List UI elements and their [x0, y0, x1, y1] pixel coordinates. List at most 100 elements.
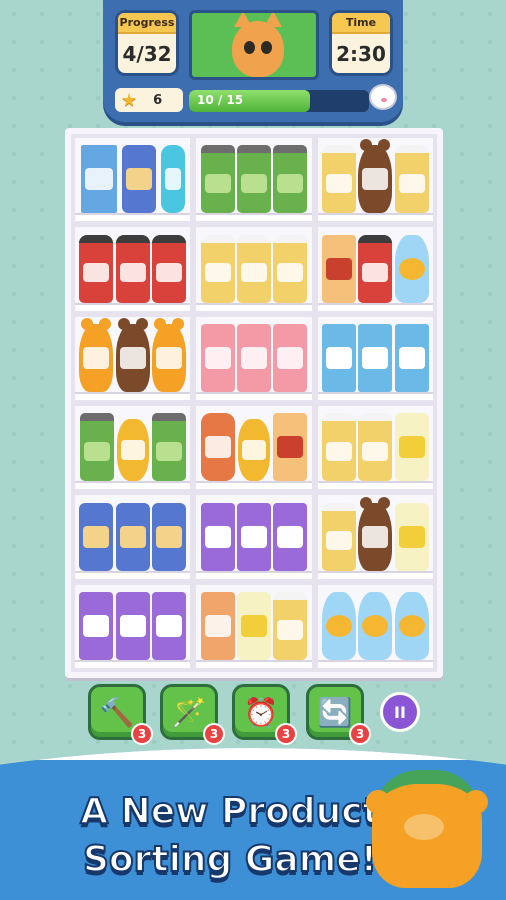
hammer-booster-button[interactable]: 🔨 3	[88, 684, 153, 745]
shelf-compartment[interactable]	[317, 495, 433, 579]
purple-product-icon[interactable]	[236, 502, 271, 571]
milk-product-icon[interactable]	[358, 324, 393, 392]
shelf-compartment[interactable]	[317, 227, 433, 311]
pink-product-icon[interactable]	[273, 324, 308, 392]
shelf-compartment[interactable]	[75, 316, 191, 400]
honey-product-icon[interactable]	[321, 145, 356, 214]
honey-product-icon[interactable]	[321, 413, 356, 482]
shelf-compartment[interactable]	[317, 584, 433, 668]
shelf-compartment[interactable]	[196, 495, 312, 579]
coin-product-icon[interactable]	[237, 419, 270, 482]
star-count: 6	[153, 92, 163, 108]
booster-count-badge: 3	[131, 723, 153, 745]
pause-button[interactable]: II	[380, 692, 420, 732]
honey-product-icon[interactable]	[273, 592, 308, 660]
can-product-icon[interactable]	[273, 145, 308, 214]
fish-product-icon[interactable]	[321, 592, 356, 660]
can-product-icon[interactable]	[236, 145, 271, 214]
purple-product-icon[interactable]	[152, 592, 187, 660]
clock-booster-button[interactable]: ⏰ 3	[232, 684, 297, 745]
shelf-compartment[interactable]	[317, 406, 433, 490]
bear-product-icon[interactable]	[152, 318, 187, 392]
ketchup-product-icon[interactable]	[79, 234, 114, 303]
star-icon: ★	[121, 89, 138, 111]
fish-product-icon[interactable]	[394, 592, 429, 660]
shelf-compartment[interactable]	[75, 138, 191, 222]
progress-card: Progress 4/32	[115, 10, 179, 76]
ketchup-product-icon[interactable]	[152, 234, 187, 303]
shelf-compartment[interactable]	[196, 227, 312, 311]
top-hud: Progress 4/32 Time 2:30 ★ 6 10 / 15	[103, 0, 403, 122]
honey-product-icon[interactable]	[236, 234, 271, 303]
cat-portrait	[189, 10, 319, 80]
honey-product-icon[interactable]	[358, 413, 393, 482]
shelf-compartment[interactable]	[75, 495, 191, 579]
purple-product-icon[interactable]	[200, 502, 235, 571]
wrap-product-icon[interactable]	[236, 592, 271, 660]
can-product-icon[interactable]	[151, 413, 186, 482]
shelf-compartment[interactable]	[317, 138, 433, 222]
hotdog-product-icon[interactable]	[273, 413, 308, 482]
cat-face-icon	[232, 13, 284, 77]
honey-product-icon[interactable]	[321, 502, 356, 571]
booster-count-badge: 3	[275, 723, 297, 745]
level-progress-bar: 10 / 15	[189, 90, 369, 112]
purple-product-icon[interactable]	[273, 502, 308, 571]
tagline-line2: Sorting Game!	[82, 838, 378, 881]
bear-brown-product-icon[interactable]	[358, 139, 393, 214]
shelf-compartment[interactable]	[75, 584, 191, 668]
milk-product-icon[interactable]	[394, 324, 429, 392]
shelf-compartment[interactable]	[75, 227, 191, 311]
bear-brown-product-icon[interactable]	[115, 318, 150, 392]
alarm-clock-icon: ⏰	[243, 695, 279, 729]
shelf-compartment[interactable]	[75, 406, 191, 490]
fish-product-icon[interactable]	[358, 592, 393, 660]
product-shelf	[65, 128, 443, 678]
shuffle-booster-button[interactable]: 🔄 3	[306, 684, 371, 745]
shelf-compartment[interactable]	[196, 584, 312, 668]
pet-product-icon[interactable]	[152, 502, 187, 571]
purple-product-icon[interactable]	[79, 592, 114, 660]
ketchup-product-icon[interactable]	[115, 234, 150, 303]
tagline-line1: A New Product	[79, 790, 381, 833]
pink-product-icon[interactable]	[236, 324, 271, 392]
coin-product-icon[interactable]	[116, 419, 149, 482]
honey-product-icon[interactable]	[394, 145, 429, 214]
magic-wand-icon: 🪄	[171, 695, 207, 729]
purple-product-icon[interactable]	[115, 592, 150, 660]
progress-label: Progress	[118, 13, 176, 34]
wand-booster-button[interactable]: 🪄 3	[160, 684, 225, 745]
shelf-compartment[interactable]	[196, 316, 312, 400]
shelf-compartment[interactable]	[317, 316, 433, 400]
bear-brown-product-icon[interactable]	[358, 496, 393, 571]
honey-product-icon[interactable]	[273, 234, 308, 303]
honey-product-icon[interactable]	[200, 234, 235, 303]
pet-product-icon[interactable]	[121, 145, 156, 214]
bottle-product-icon[interactable]	[160, 145, 185, 214]
pet-product-icon[interactable]	[79, 502, 114, 571]
sauce-product-icon[interactable]	[200, 413, 235, 482]
can-product-icon[interactable]	[200, 145, 235, 214]
wrap-product-icon[interactable]	[394, 413, 429, 482]
time-value: 2:30	[336, 42, 386, 66]
hotdog-product-icon[interactable]	[321, 234, 356, 303]
cup-product-icon[interactable]	[200, 592, 235, 660]
pet-product-icon[interactable]	[115, 502, 150, 571]
shelf-compartment[interactable]	[196, 406, 312, 490]
kitty-mascot-icon	[369, 84, 397, 110]
bear-mascot-icon	[366, 770, 488, 888]
wrap-product-icon[interactable]	[394, 502, 429, 571]
pause-icon: II	[394, 702, 406, 722]
level-progress-text: 10 / 15	[197, 93, 244, 107]
ketchup-product-icon[interactable]	[358, 234, 393, 303]
booster-bar: 🔨 3 🪄 3 ⏰ 3 🔄 3 II	[88, 684, 428, 745]
time-label: Time	[332, 13, 390, 34]
can-product-icon[interactable]	[79, 413, 114, 482]
pink-product-icon[interactable]	[200, 324, 235, 392]
fish-product-icon[interactable]	[394, 234, 429, 303]
bear-product-icon[interactable]	[79, 318, 114, 392]
hammer-icon: 🔨	[99, 695, 135, 729]
cereal-product-icon[interactable]	[80, 145, 117, 214]
shelf-compartment[interactable]	[196, 138, 312, 222]
milk-product-icon[interactable]	[321, 324, 356, 392]
